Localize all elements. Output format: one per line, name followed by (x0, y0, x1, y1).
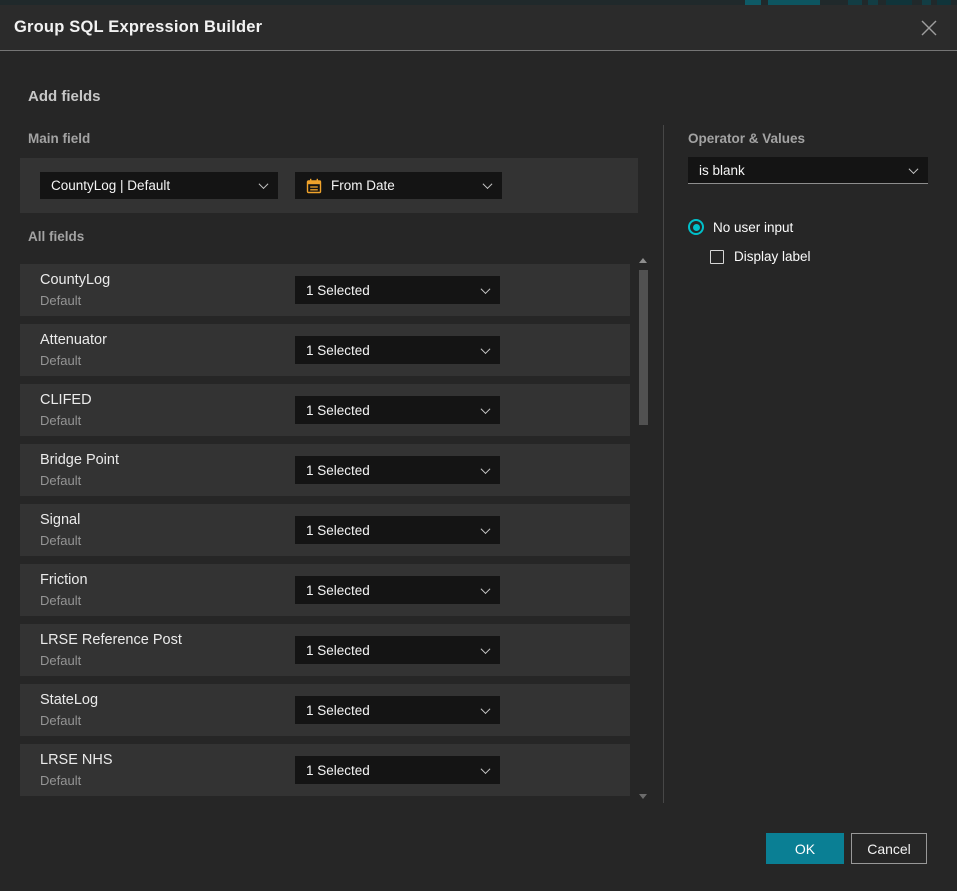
field-selected-dropdown[interactable]: 1 Selected (295, 396, 500, 424)
field-row: Signal Default 1 Selected (20, 504, 630, 556)
chevron-down-icon (481, 464, 491, 474)
field-name: StateLog (40, 692, 98, 708)
operator-values-label: Operator & Values (688, 131, 805, 146)
scrollbar-down-arrow-icon[interactable] (639, 794, 647, 799)
display-label-option[interactable]: Display label (710, 249, 811, 264)
field-sublabel: Default (40, 713, 81, 728)
field-selected-value: 1 Selected (306, 343, 474, 358)
field-name: LRSE NHS (40, 752, 113, 768)
field-selected-dropdown[interactable]: 1 Selected (295, 456, 500, 484)
field-selected-dropdown[interactable]: 1 Selected (295, 756, 500, 784)
dialog-body: Add fields Main field CountyLog | Defaul… (0, 52, 957, 891)
field-selected-dropdown[interactable]: 1 Selected (295, 336, 500, 364)
field-sublabel: Default (40, 473, 81, 488)
field-selected-dropdown[interactable]: 1 Selected (295, 576, 500, 604)
field-selected-dropdown[interactable]: 1 Selected (295, 696, 500, 724)
cancel-button[interactable]: Cancel (851, 833, 927, 864)
field-selected-value: 1 Selected (306, 643, 474, 658)
field-row: LRSE NHS Default 1 Selected (20, 744, 630, 796)
add-fields-heading: Add fields (28, 88, 101, 105)
chevron-down-icon (481, 584, 491, 594)
field-name: Attenuator (40, 332, 107, 348)
field-selected-value: 1 Selected (306, 583, 474, 598)
field-sublabel: Default (40, 593, 81, 608)
field-row: LRSE Reference Post Default 1 Selected (20, 624, 630, 676)
calendar-icon (306, 178, 322, 194)
layer-select-value: CountyLog | Default (51, 178, 252, 193)
chevron-down-icon (909, 164, 919, 174)
field-selected-dropdown[interactable]: 1 Selected (295, 636, 500, 664)
field-selected-value: 1 Selected (306, 403, 474, 418)
radio-selected-icon[interactable] (688, 219, 704, 235)
field-row: StateLog Default 1 Selected (20, 684, 630, 736)
operator-select-value: is blank (699, 163, 902, 178)
chevron-down-icon (481, 644, 491, 654)
dialog-title: Group SQL Expression Builder (14, 18, 262, 37)
field-sublabel: Default (40, 533, 81, 548)
field-name: Bridge Point (40, 452, 119, 468)
chevron-down-icon (481, 704, 491, 714)
field-name: CountyLog (40, 272, 110, 288)
chevron-down-icon (481, 764, 491, 774)
field-name: Signal (40, 512, 80, 528)
field-name: Friction (40, 572, 88, 588)
field-selected-value: 1 Selected (306, 523, 474, 538)
field-selected-value: 1 Selected (306, 283, 474, 298)
group-sql-expression-builder-dialog: Group SQL Expression Builder Add fields … (0, 5, 957, 891)
checkbox-unchecked-icon[interactable] (710, 250, 724, 264)
chevron-down-icon (481, 284, 491, 294)
main-field-select[interactable]: From Date (295, 172, 502, 199)
chevron-down-icon (259, 179, 269, 189)
layer-select[interactable]: CountyLog | Default (40, 172, 278, 199)
scrollbar-up-arrow-icon[interactable] (639, 258, 647, 263)
field-sublabel: Default (40, 653, 81, 668)
field-selected-value: 1 Selected (306, 763, 474, 778)
main-field-select-value: From Date (331, 178, 476, 193)
field-name: LRSE Reference Post (40, 632, 182, 648)
chevron-down-icon (481, 524, 491, 534)
field-selected-dropdown[interactable]: 1 Selected (295, 276, 500, 304)
field-selected-value: 1 Selected (306, 703, 474, 718)
operator-select[interactable]: is blank (688, 157, 928, 184)
all-fields-label: All fields (28, 229, 84, 244)
field-row: CountyLog Default 1 Selected (20, 264, 630, 316)
field-sublabel: Default (40, 353, 81, 368)
field-row: Friction Default 1 Selected (20, 564, 630, 616)
display-label-text: Display label (734, 249, 811, 264)
field-selected-dropdown[interactable]: 1 Selected (295, 516, 500, 544)
field-selected-value: 1 Selected (306, 463, 474, 478)
chevron-down-icon (481, 404, 491, 414)
field-name: CLIFED (40, 392, 92, 408)
main-field-container: CountyLog | Default From Date (20, 158, 638, 213)
close-icon[interactable] (917, 16, 941, 40)
panel-divider (663, 125, 664, 803)
chevron-down-icon (483, 179, 493, 189)
ok-button[interactable]: OK (766, 833, 844, 864)
field-row: Attenuator Default 1 Selected (20, 324, 630, 376)
field-row: Bridge Point Default 1 Selected (20, 444, 630, 496)
dialog-header: Group SQL Expression Builder (0, 5, 957, 51)
no-user-input-option[interactable]: No user input (688, 219, 793, 235)
no-user-input-label: No user input (713, 220, 793, 235)
field-row: CLIFED Default 1 Selected (20, 384, 630, 436)
field-sublabel: Default (40, 413, 81, 428)
scrollbar-thumb[interactable] (639, 270, 648, 425)
main-field-label: Main field (28, 131, 90, 146)
all-fields-list: CountyLog Default 1 Selected Attenuator … (20, 264, 630, 804)
chevron-down-icon (481, 344, 491, 354)
field-sublabel: Default (40, 773, 81, 788)
field-sublabel: Default (40, 293, 81, 308)
